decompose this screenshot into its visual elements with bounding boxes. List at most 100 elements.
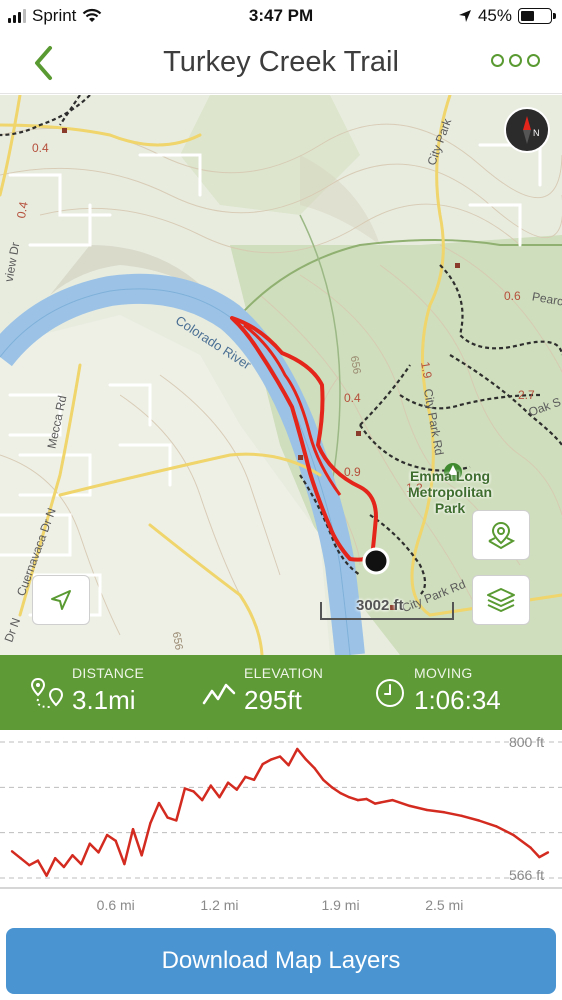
trailhead-marker-icon [362, 547, 390, 575]
distance-mark: 0.9 [344, 465, 361, 479]
stat-moving-value: 1:06:34 [414, 685, 501, 715]
more-options-button[interactable] [491, 54, 540, 67]
elevation-point [149, 822, 152, 825]
elevation-point [391, 798, 394, 802]
elevation-point [140, 854, 143, 857]
recenter-location-button[interactable] [32, 575, 90, 625]
map-pin-button[interactable] [472, 510, 530, 560]
stat-distance-label: DISTANCE [72, 665, 145, 681]
elevation-point [304, 758, 308, 761]
stat-distance-value: 3.1mi [72, 685, 136, 715]
elevation-point [278, 755, 282, 758]
elevation-point [105, 833, 109, 837]
scale-label: 3002 ft [356, 597, 404, 614]
distance-mark: 1.9 [418, 360, 435, 380]
elevation-point [373, 802, 377, 805]
battery-icon [518, 8, 556, 24]
elevation-point [19, 857, 22, 860]
elevation-point [10, 850, 14, 853]
elevation-point [252, 778, 256, 781]
chart-x-tick-label: 0.6 mi [97, 897, 135, 913]
svg-text:N: N [533, 128, 540, 138]
map-base-layer [0, 95, 562, 655]
download-map-layers-button[interactable]: Download Map Layers [6, 928, 556, 994]
elevation-point [538, 855, 541, 859]
elevation-point [356, 798, 360, 802]
elevation-point [339, 791, 342, 795]
map-layers-button[interactable] [472, 575, 530, 625]
more-dots-icon [491, 54, 504, 67]
elevation-point [270, 758, 273, 761]
elevation-series-line [11, 747, 549, 877]
elevation-point [235, 788, 238, 791]
park-label: Emma Long Metropolitan Park [408, 468, 492, 516]
elevation-point [28, 864, 31, 867]
map-scale: 3002 ft [320, 597, 454, 622]
stat-moving-label: MOVING [414, 665, 473, 681]
status-right: 45% [458, 6, 556, 26]
elevation-point [166, 816, 169, 819]
elevation-point [287, 764, 290, 767]
page-title: Turkey Creek Trail [163, 46, 399, 78]
elevation-point [425, 808, 429, 812]
layers-icon [487, 588, 515, 612]
distance-mark: 2.7 [518, 388, 535, 402]
elevation-point [209, 784, 213, 787]
recenter-location-icon [51, 590, 71, 610]
elevation-chart-svg: 800 ft 566 ft 0.6 mi 1.2 mi 1.9 mi 2.5 mi [0, 734, 562, 913]
elevation-chart[interactable]: 800 ft 566 ft 0.6 mi 1.2 mi 1.9 mi 2.5 mi [0, 730, 562, 920]
chart-x-tick-label: 1.9 mi [321, 897, 359, 913]
distance-mark: 0.4 [344, 391, 361, 405]
stat-elevation-label: ELEVATION [244, 665, 324, 681]
elevation-point [408, 804, 411, 808]
distance-mark: 0.4 [14, 200, 31, 220]
elevation-point [45, 874, 48, 877]
elevation-point [330, 786, 334, 789]
trail-map[interactable]: Colorado River City Park City Park Rd Ci… [0, 95, 562, 655]
elevation-point [131, 827, 135, 831]
elevation-point [261, 762, 264, 766]
elevation-point [114, 839, 117, 843]
elevation-point [123, 862, 126, 866]
distance-mark: 0.4 [32, 141, 49, 155]
location-arrow-icon [458, 10, 471, 22]
elevation-point [347, 796, 351, 799]
elevation-point [200, 798, 204, 802]
elevation-point [529, 846, 532, 849]
distance-mark: 0.6 [504, 289, 521, 303]
elevation-point [36, 859, 40, 862]
elevation-point [157, 801, 161, 805]
stat-elevation-value: 295ft [244, 685, 302, 715]
elevation-point [443, 811, 446, 814]
elevation-point [313, 766, 316, 770]
compass-button[interactable]: N [504, 107, 550, 153]
chart-x-tick-label: 1.2 mi [200, 897, 238, 913]
elevation-point [296, 747, 299, 751]
battery-level-fill [521, 11, 534, 21]
status-bar: Sprint 3:47 PM 45% [0, 0, 562, 32]
elevation-point [97, 851, 100, 854]
elevation-point [477, 819, 481, 822]
elevation-point [192, 790, 195, 793]
clock-icon [376, 679, 404, 707]
battery-percent: 45% [477, 6, 512, 25]
stats-bar: DISTANCE 3.1mi ELEVATION 295ft MOVING 1:… [0, 655, 562, 730]
elevation-point [88, 842, 92, 845]
compass-icon: N [523, 116, 540, 144]
elevation-point [175, 819, 178, 822]
elevation-point [512, 833, 515, 837]
elevation-point [460, 814, 463, 818]
chart-y-tick-label: 800 ft [509, 734, 544, 750]
elevation-point [244, 775, 247, 779]
elevation-point [546, 851, 550, 854]
route-pins-icon [30, 677, 64, 708]
map-pin-icon [488, 521, 516, 550]
elevation-point [365, 797, 368, 801]
elevation-zigzag-icon [202, 683, 236, 705]
chart-x-tick-label: 2.5 mi [425, 897, 463, 913]
elevation-point [71, 854, 74, 857]
elevation-point [79, 862, 83, 866]
elevation-point [183, 787, 187, 790]
elevation-point [62, 865, 66, 869]
elevation-point [322, 778, 325, 781]
